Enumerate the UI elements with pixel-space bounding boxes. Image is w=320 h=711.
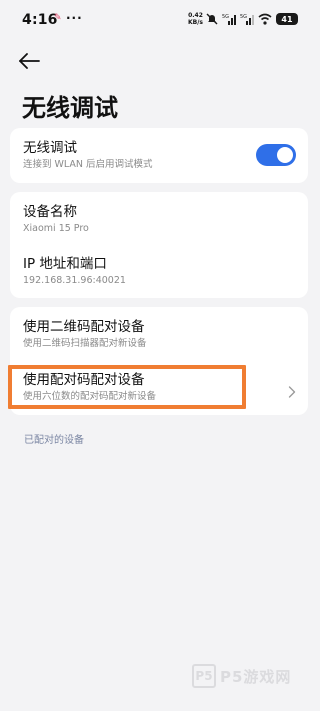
pair-qr-title: 使用二维码配对设备 (23, 319, 145, 335)
ip-port-label: IP 地址和端口 (23, 256, 107, 272)
arrow-left-icon (19, 53, 40, 69)
wifi-icon (258, 10, 272, 29)
battery-icon: 41 (276, 13, 298, 25)
watermark: P5 P5游戏网 (192, 664, 291, 688)
page-title: 无线调试 (22, 94, 118, 122)
wireless-debug-card[interactable]: 无线调试 连接到 WLAN 后启用调试模式 (10, 128, 308, 183)
toggle-knob (277, 147, 293, 163)
network-speed: 0.42 KB/s (188, 12, 203, 26)
back-button[interactable] (18, 50, 44, 72)
pair-qr-row[interactable]: 使用二维码配对设备 使用二维码扫描器配对新设备 (23, 318, 295, 351)
watermark-text: P5游戏网 (220, 667, 292, 686)
notification-icon: ✎ (54, 13, 62, 23)
more-notifications-icon: ··· (66, 11, 83, 25)
svg-text:5G: 5G (222, 14, 229, 20)
status-bar: 4:16 ✎ ··· 0.42 KB/s 5G 5G 41 (0, 0, 320, 40)
wireless-debug-toggle[interactable] (256, 144, 296, 166)
network-speed-value: 0.42 (188, 12, 203, 19)
chevron-right-icon (288, 383, 296, 402)
pair-qr-subtitle: 使用二维码扫描器配对新设备 (23, 338, 147, 349)
wireless-debug-title: 无线调试 (23, 140, 77, 156)
status-icons: 5G 5G 41 (206, 12, 298, 26)
device-info-card: 设备名称 Xiaomi 15 Pro IP 地址和端口 192.168.31.9… (10, 192, 308, 298)
svg-text:5G: 5G (240, 14, 247, 20)
cellular-signal-2-icon: 5G (240, 10, 254, 29)
device-name-row[interactable]: 设备名称 Xiaomi 15 Pro (23, 203, 295, 236)
mute-icon (206, 10, 218, 29)
screen: 4:16 ✎ ··· 0.42 KB/s 5G 5G 41 无线调试 无线调试 … (0, 0, 320, 711)
device-name-value: Xiaomi 15 Pro (23, 223, 89, 234)
ip-port-value: 192.168.31.96:40021 (23, 275, 126, 286)
network-speed-unit: KB/s (188, 19, 203, 26)
status-time: 4:16 (22, 12, 58, 28)
wireless-debug-subtitle: 连接到 WLAN 后启用调试模式 (23, 159, 153, 170)
highlight-annotation-box (8, 365, 246, 409)
device-name-label: 设备名称 (23, 204, 77, 220)
watermark-logo: P5 (192, 664, 216, 688)
paired-devices-section-label: 已配对的设备 (24, 435, 84, 446)
wireless-debug-row: 无线调试 连接到 WLAN 后启用调试模式 (23, 139, 295, 172)
ip-port-row[interactable]: IP 地址和端口 192.168.31.96:40021 (23, 255, 295, 288)
cellular-signal-icon: 5G (222, 10, 236, 29)
